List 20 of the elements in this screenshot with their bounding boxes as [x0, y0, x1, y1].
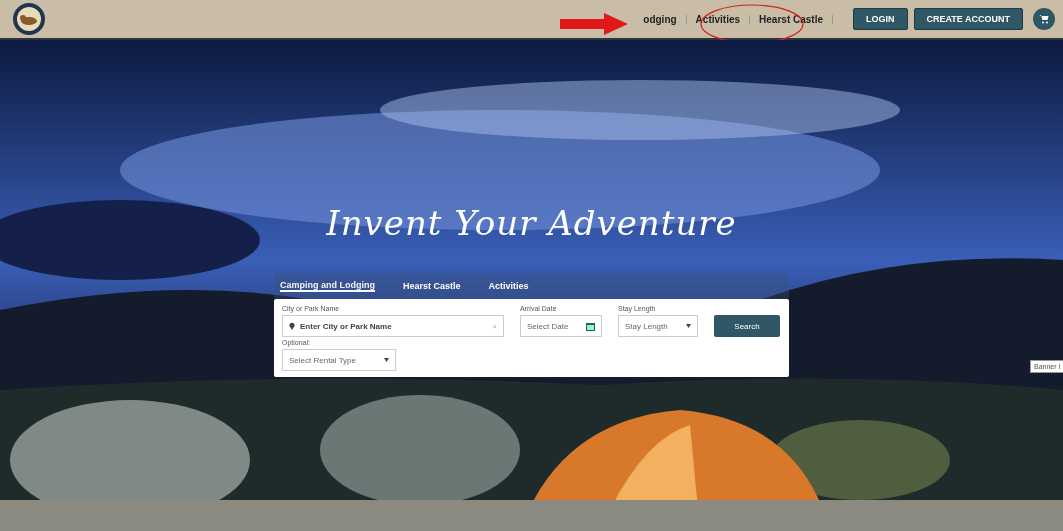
location-field[interactable]: Enter City or Park Name × [282, 315, 504, 337]
park-logo-icon[interactable] [12, 2, 46, 36]
create-account-button[interactable]: CREATE ACCOUNT [913, 8, 1023, 30]
dropdown-caret-icon [384, 358, 389, 362]
login-button[interactable]: LOGIN [853, 8, 908, 30]
dropdown-caret-icon [686, 324, 691, 328]
search-button[interactable]: Search [714, 315, 780, 337]
search-tab[interactable]: Camping and Lodging [280, 280, 375, 292]
stay-length-dropdown[interactable]: Stay Length [618, 315, 698, 337]
search-tab[interactable]: Hearst Castle [403, 281, 461, 291]
nav-link[interactable]: odging [634, 14, 687, 24]
annotation-arrow [560, 13, 628, 35]
cart-icon [1039, 14, 1049, 24]
search-tab[interactable]: Activities [488, 281, 529, 291]
cart-button[interactable] [1033, 8, 1055, 30]
location-pin-icon [289, 322, 295, 330]
calendar-icon [586, 321, 595, 331]
date-field[interactable]: Select Date [520, 315, 602, 337]
hero-title: Invent Your Adventure [326, 203, 737, 243]
rental-type-dropdown[interactable]: Select Rental Type [282, 349, 396, 371]
